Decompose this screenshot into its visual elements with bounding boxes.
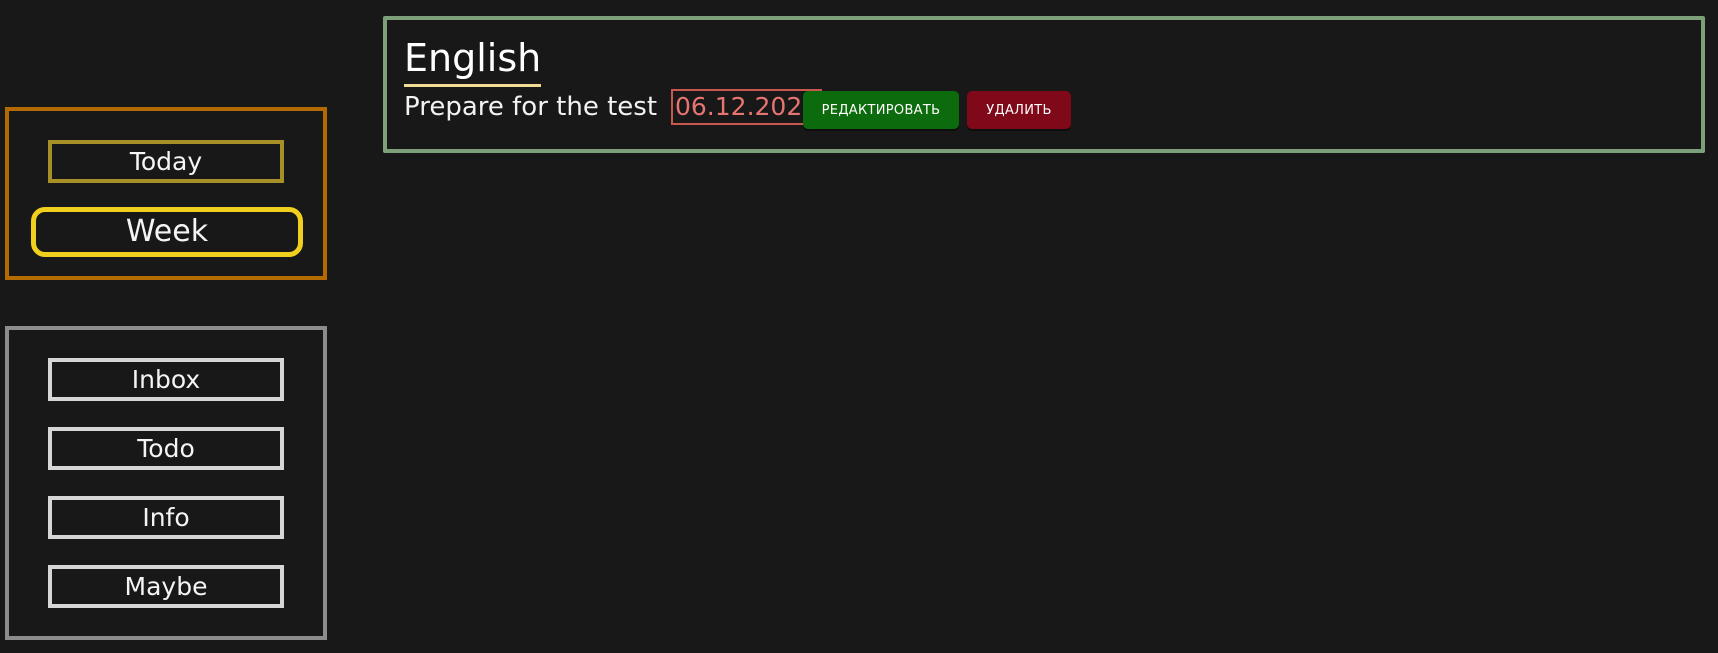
- list-maybe-button[interactable]: Maybe: [48, 565, 284, 608]
- list-info-button[interactable]: Info: [48, 496, 284, 539]
- task-description: Prepare for the test: [404, 92, 658, 122]
- filter-week-button[interactable]: Week: [31, 207, 303, 257]
- filter-today-button[interactable]: Today: [48, 140, 284, 183]
- list-inbox-button[interactable]: Inbox: [48, 358, 284, 401]
- delete-task-button[interactable]: УДАЛИТЬ: [967, 91, 1071, 129]
- task-card: English Prepare for the test 06.12.2022 …: [383, 16, 1705, 153]
- edit-task-button[interactable]: РЕДАКТИРОВАТЬ: [803, 91, 959, 129]
- task-title: English: [404, 34, 542, 87]
- task-due-date: 06.12.2022: [671, 89, 823, 125]
- list-todo-button[interactable]: Todo: [48, 427, 284, 470]
- list-panel: Inbox Todo Info Maybe: [5, 326, 327, 640]
- time-filter-panel: Today Week: [5, 107, 327, 280]
